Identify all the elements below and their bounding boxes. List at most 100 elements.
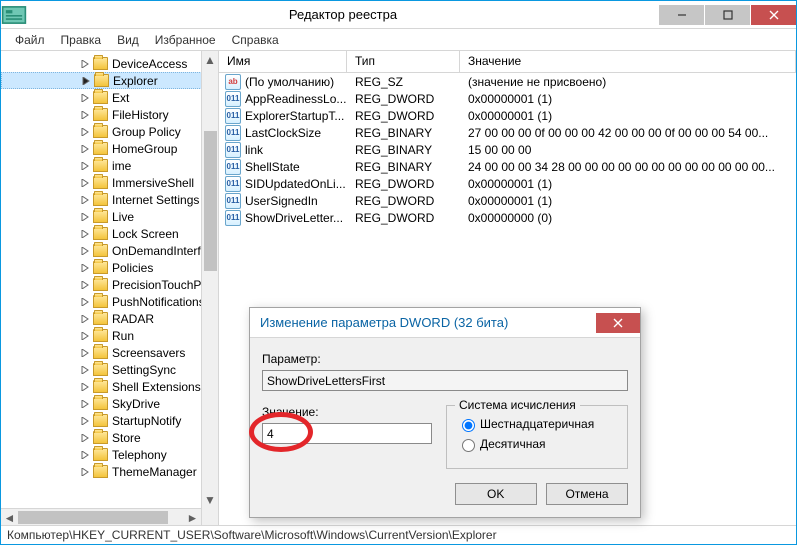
expander-icon[interactable] bbox=[79, 228, 91, 240]
expander-icon[interactable] bbox=[79, 58, 91, 70]
maximize-button[interactable] bbox=[705, 5, 750, 25]
expander-icon[interactable] bbox=[79, 92, 91, 104]
ok-button[interactable]: OK bbox=[455, 483, 537, 505]
tree-hscrollbar[interactable]: ◄ ► bbox=[1, 508, 201, 525]
tree-item[interactable]: Run bbox=[1, 327, 218, 344]
scroll-up-icon[interactable]: ▲ bbox=[202, 51, 218, 68]
expander-icon[interactable] bbox=[79, 296, 91, 308]
tree-item[interactable]: Internet Settings bbox=[1, 191, 218, 208]
value-label: Значение: bbox=[262, 405, 432, 419]
expander-icon[interactable] bbox=[79, 466, 91, 478]
folder-icon bbox=[93, 91, 108, 104]
col-name[interactable]: Имя bbox=[219, 51, 347, 72]
dialog-close-button[interactable] bbox=[596, 313, 640, 333]
list-row[interactable]: 011UserSignedInREG_DWORD0x00000001 (1) bbox=[219, 192, 796, 209]
tree-item[interactable]: ThemeManager bbox=[1, 463, 218, 480]
list-row[interactable]: 011AppReadinessLo...REG_DWORD0x00000001 … bbox=[219, 90, 796, 107]
tree-item-label: Store bbox=[112, 431, 141, 445]
expander-icon[interactable] bbox=[79, 279, 91, 291]
radio-dec[interactable] bbox=[462, 439, 475, 452]
scroll-left-icon[interactable]: ◄ bbox=[1, 509, 18, 525]
folder-icon bbox=[93, 363, 108, 376]
list-row[interactable]: 011ExplorerStartupT...REG_DWORD0x0000000… bbox=[219, 107, 796, 124]
tree-item-label: PrecisionTouchPa bbox=[112, 278, 208, 292]
tree-item[interactable]: DeviceAccess bbox=[1, 55, 218, 72]
folder-icon bbox=[93, 312, 108, 325]
tree-item[interactable]: Group Policy bbox=[1, 123, 218, 140]
list-name: SIDUpdatedOnLi... bbox=[245, 177, 347, 191]
tree-item[interactable]: Telephony bbox=[1, 446, 218, 463]
folder-icon bbox=[93, 414, 108, 427]
expander-icon[interactable] bbox=[79, 194, 91, 206]
tree-hthumb[interactable] bbox=[18, 511, 168, 524]
expander-icon[interactable] bbox=[79, 160, 91, 172]
list-row[interactable]: ab(По умолчанию)REG_SZ(значение не присв… bbox=[219, 73, 796, 90]
menu-help[interactable]: Справка bbox=[224, 33, 287, 47]
menu-favorites[interactable]: Избранное bbox=[147, 33, 224, 47]
tree-item[interactable]: ime bbox=[1, 157, 218, 174]
tree-item[interactable]: Shell Extensions bbox=[1, 378, 218, 395]
tree-item[interactable]: Lock Screen bbox=[1, 225, 218, 242]
tree-item[interactable]: RADAR bbox=[1, 310, 218, 327]
list-row[interactable]: 011LastClockSizeREG_BINARY27 00 00 00 0f… bbox=[219, 124, 796, 141]
expander-icon[interactable] bbox=[79, 313, 91, 325]
col-type[interactable]: Тип bbox=[347, 51, 460, 72]
col-value[interactable]: Значение bbox=[460, 51, 796, 72]
expander-icon[interactable] bbox=[79, 126, 91, 138]
expander-icon[interactable] bbox=[79, 364, 91, 376]
menu-file[interactable]: Файл bbox=[7, 33, 53, 47]
tree-item[interactable]: StartupNotify bbox=[1, 412, 218, 429]
expander-icon[interactable] bbox=[79, 177, 91, 189]
expander-icon[interactable] bbox=[79, 211, 91, 223]
minimize-button[interactable] bbox=[659, 5, 704, 25]
scroll-right-icon[interactable]: ► bbox=[184, 509, 201, 525]
binary-value-icon: 011 bbox=[225, 125, 241, 141]
expander-icon[interactable] bbox=[79, 330, 91, 342]
binary-value-icon: 011 bbox=[225, 210, 241, 226]
expander-icon[interactable] bbox=[79, 245, 91, 257]
tree-item[interactable]: Store bbox=[1, 429, 218, 446]
expander-icon[interactable] bbox=[79, 143, 91, 155]
expander-icon[interactable] bbox=[79, 432, 91, 444]
radio-hex[interactable] bbox=[462, 419, 475, 432]
tree-item[interactable]: Live bbox=[1, 208, 218, 225]
dialog-titlebar: Изменение параметра DWORD (32 бита) bbox=[250, 308, 640, 338]
tree-vthumb[interactable] bbox=[204, 131, 217, 271]
tree-item[interactable]: PushNotifications bbox=[1, 293, 218, 310]
tree-item[interactable]: OnDemandInterfac bbox=[1, 242, 218, 259]
list-row[interactable]: 011SIDUpdatedOnLi...REG_DWORD0x00000001 … bbox=[219, 175, 796, 192]
list-header: Имя Тип Значение bbox=[219, 51, 796, 73]
value-input[interactable] bbox=[262, 423, 432, 444]
tree-item[interactable]: Screensavers bbox=[1, 344, 218, 361]
tree-item[interactable]: SettingSync bbox=[1, 361, 218, 378]
tree-item[interactable]: HomeGroup bbox=[1, 140, 218, 157]
tree-item[interactable]: FileHistory bbox=[1, 106, 218, 123]
expander-icon[interactable] bbox=[79, 381, 91, 393]
list-row[interactable]: 011ShowDriveLetter...REG_DWORD0x00000000… bbox=[219, 209, 796, 226]
folder-icon bbox=[93, 210, 108, 223]
tree-item[interactable]: Ext bbox=[1, 89, 218, 106]
expander-icon[interactable] bbox=[79, 449, 91, 461]
folder-icon bbox=[93, 380, 108, 393]
tree-item[interactable]: Explorer bbox=[1, 72, 218, 89]
list-value: (значение не присвоено) bbox=[460, 75, 796, 89]
expander-icon[interactable] bbox=[79, 415, 91, 427]
expander-icon[interactable] bbox=[79, 347, 91, 359]
expander-icon[interactable] bbox=[79, 398, 91, 410]
close-button[interactable] bbox=[751, 5, 796, 25]
tree-vscrollbar[interactable]: ▲ ▼ bbox=[201, 51, 218, 525]
cancel-button[interactable]: Отмена bbox=[546, 483, 628, 505]
menu-edit[interactable]: Правка bbox=[53, 33, 110, 47]
menu-view[interactable]: Вид bbox=[109, 33, 147, 47]
list-row[interactable]: 011linkREG_BINARY15 00 00 00 bbox=[219, 141, 796, 158]
scroll-down-icon[interactable]: ▼ bbox=[202, 491, 218, 508]
tree-item[interactable]: PrecisionTouchPa bbox=[1, 276, 218, 293]
list-row[interactable]: 011ShellStateREG_BINARY24 00 00 00 34 28… bbox=[219, 158, 796, 175]
tree-item[interactable]: Policies bbox=[1, 259, 218, 276]
expander-icon[interactable] bbox=[79, 109, 91, 121]
tree-item[interactable]: ImmersiveShell bbox=[1, 174, 218, 191]
expander-icon[interactable] bbox=[79, 262, 91, 274]
tree-item[interactable]: SkyDrive bbox=[1, 395, 218, 412]
expander-icon[interactable] bbox=[80, 75, 92, 87]
list-type: REG_DWORD bbox=[347, 109, 460, 123]
